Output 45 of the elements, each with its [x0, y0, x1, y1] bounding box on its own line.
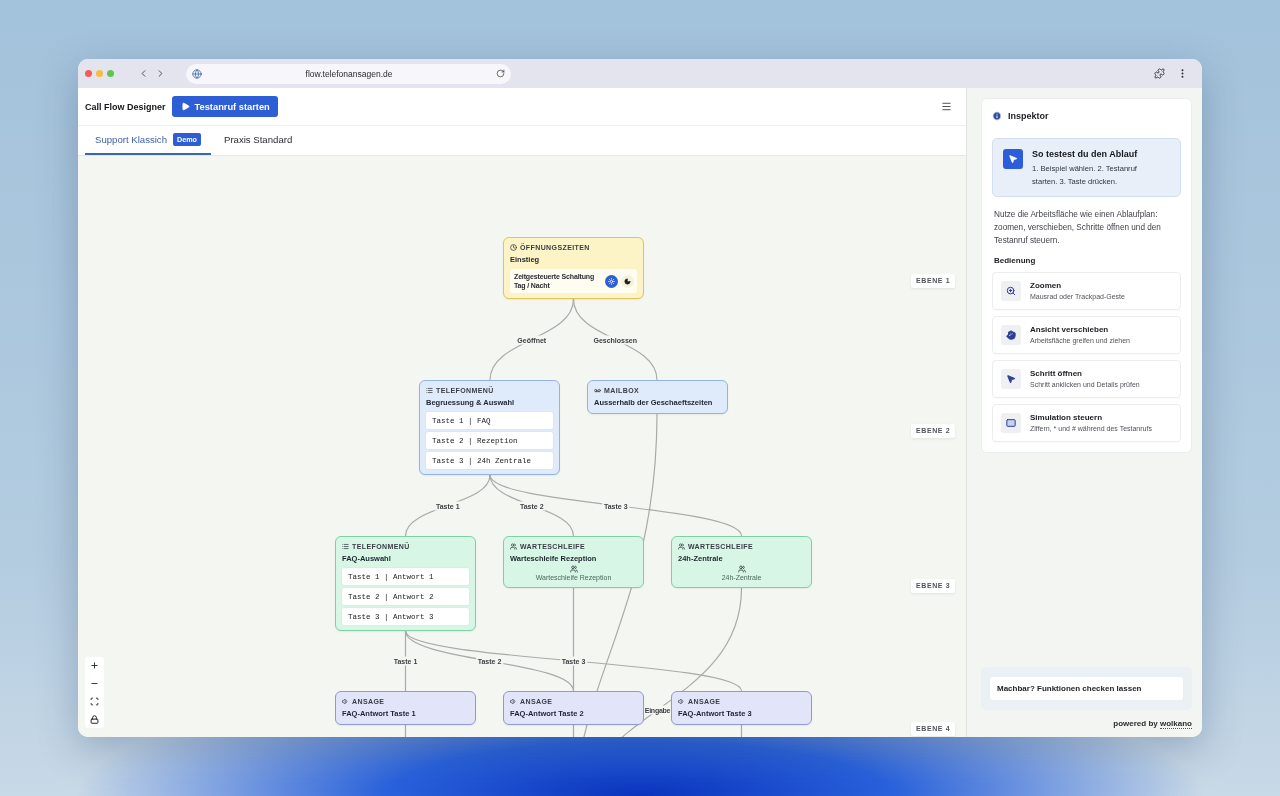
- pointer-icon: [1003, 149, 1023, 169]
- control-title: Simulation steuern: [1030, 413, 1103, 423]
- reload-icon[interactable]: [496, 69, 505, 78]
- sun-icon: [608, 277, 615, 285]
- globe-icon: [192, 68, 202, 79]
- menu-icon[interactable]: [941, 101, 952, 112]
- speaker-icon: [510, 698, 517, 705]
- brand-link[interactable]: wolkano: [1160, 719, 1192, 729]
- speaker-icon: [342, 698, 349, 705]
- speaker-icon: [678, 698, 685, 705]
- control-title: Schritt öffnen: [1030, 369, 1083, 379]
- people-icon: [569, 565, 578, 573]
- guide-title: So testest du den Ablauf: [1032, 149, 1139, 160]
- powered-by-note: powered by wolkano: [1113, 719, 1192, 728]
- day-mode-button[interactable]: [605, 274, 618, 288]
- pointer-icon: [1001, 369, 1021, 389]
- hand-icon: [1001, 325, 1021, 345]
- flow-tab[interactable]: Praxis Standard: [214, 126, 303, 155]
- inspector-title: Inspektor: [1008, 111, 1049, 121]
- address-field[interactable]: flow.telefonansagen.de: [186, 63, 511, 84]
- puzzle-icon[interactable]: [1154, 68, 1165, 79]
- info-icon: [992, 111, 1002, 121]
- play-icon: [180, 102, 190, 111]
- magnifier-icon: [1001, 281, 1021, 301]
- section-heading: Bedienung: [994, 256, 1037, 265]
- test-call-button[interactable]: Testanruf starten: [171, 96, 278, 117]
- keyboard-icon: [1001, 413, 1021, 433]
- people-icon: [678, 543, 685, 550]
- app-title: Call Flow Designer: [85, 101, 166, 112]
- voicemail-icon: [594, 387, 601, 394]
- feasibility-button[interactable]: Machbar? Funktionen checken lassen: [990, 677, 1183, 700]
- clock-icon: [510, 244, 517, 251]
- intro-text: Nutze die Arbeitsfläche wie einen Ablaufplan: zoomen, verschieben, Schritte öffnen und den Testanruf steuern.: [994, 209, 1162, 247]
- moon-icon: [624, 277, 631, 285]
- control-title: Zoomen: [1030, 281, 1063, 291]
- window-close-button[interactable]: [85, 70, 92, 77]
- frame-corners-icon[interactable]: [90, 697, 99, 706]
- control-title: Ansicht verschieben: [1030, 325, 1110, 335]
- people-icon: [510, 543, 517, 550]
- list-icon: [342, 543, 349, 550]
- list-icon: [426, 387, 433, 394]
- night-mode-button[interactable]: [621, 274, 634, 288]
- plus-icon[interactable]: [90, 661, 99, 670]
- lock-icon[interactable]: [90, 715, 99, 724]
- people-icon: [737, 565, 746, 573]
